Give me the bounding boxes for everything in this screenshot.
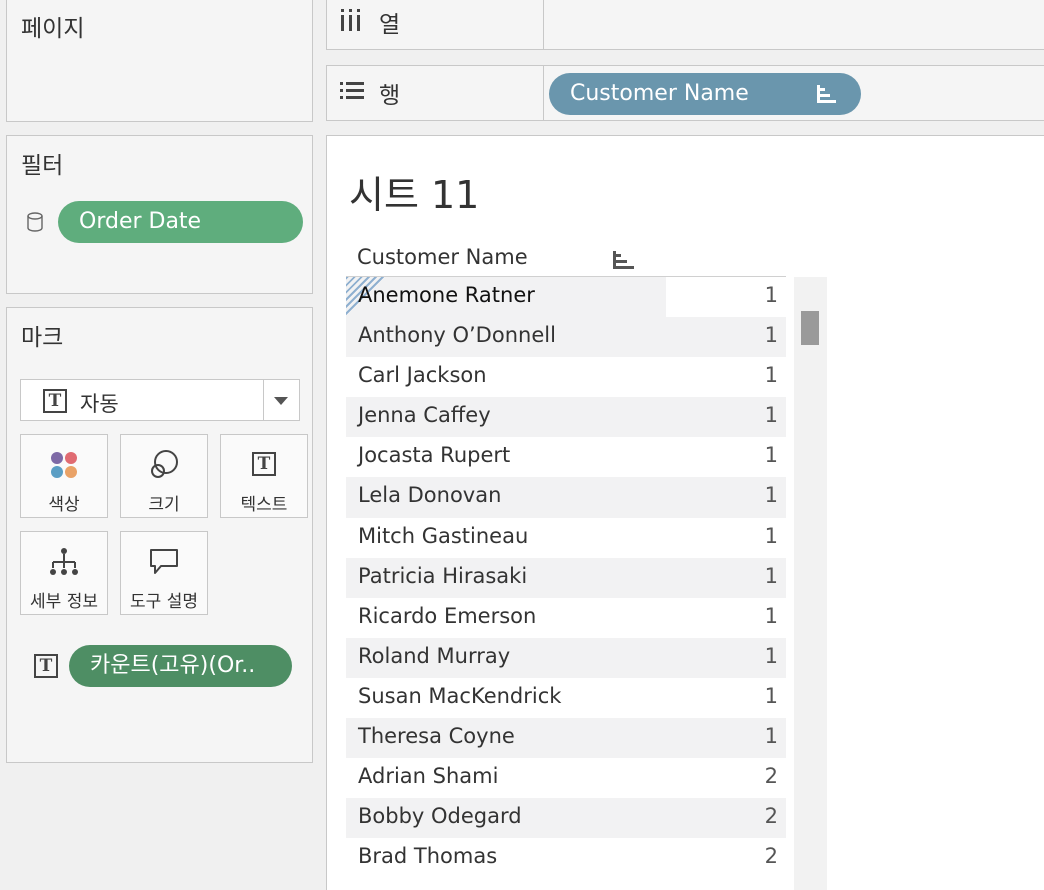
customer-name-cell: Roland Murray bbox=[358, 643, 511, 668]
data-table: Anemone Ratner 1 Anthony O’Donnell 1 Carl Ja… bbox=[346, 277, 786, 878]
text-button[interactable]: T 텍스트 bbox=[220, 434, 308, 518]
color-icon bbox=[51, 452, 77, 478]
customer-name-cell: Susan MacKendrick bbox=[358, 683, 562, 708]
marks-panel: 마크 T 자동 색상 크기 T 텍스트 세부 정보 도구 설명 T 카운트(고유… bbox=[6, 307, 313, 763]
chevron-down-icon[interactable] bbox=[274, 397, 288, 405]
size-icon bbox=[151, 450, 178, 478]
customer-name-cell: Theresa Coyne bbox=[358, 724, 515, 749]
mark-card-count-distinct[interactable]: 카운트(고유)(Or.. bbox=[69, 645, 292, 687]
marks-title: 마크 bbox=[21, 325, 64, 351]
filters-panel: 필터 Order Date bbox=[6, 135, 313, 294]
shelf-divider bbox=[543, 66, 544, 120]
table-row[interactable]: Susan MacKendrick 1 bbox=[346, 678, 786, 718]
scrollbar-thumb[interactable] bbox=[801, 311, 819, 345]
customer-name-cell: Jenna Caffey bbox=[358, 403, 491, 428]
customer-name-cell: Anemone Ratner bbox=[358, 283, 535, 307]
sheet-title: 시트 11 bbox=[349, 173, 480, 217]
columns-shelf[interactable]: 열 bbox=[326, 0, 1044, 50]
shelf-divider bbox=[543, 0, 544, 49]
table-row[interactable]: Adrian Shami 2 bbox=[346, 758, 786, 798]
text-icon: T bbox=[43, 389, 67, 413]
count-value-cell: 1 bbox=[764, 563, 778, 588]
customer-name-cell: Ricardo Emerson bbox=[358, 603, 537, 628]
count-value-cell: 2 bbox=[764, 764, 778, 789]
table-row[interactable]: Mitch Gastineau 1 bbox=[346, 518, 786, 558]
tooltip-button[interactable]: 도구 설명 bbox=[120, 531, 208, 615]
customer-name-cell: Anthony O’Donnell bbox=[358, 323, 556, 348]
color-button[interactable]: 색상 bbox=[20, 434, 108, 518]
detail-icon bbox=[50, 548, 78, 575]
customer-name-cell: Bobby Odegard bbox=[358, 804, 522, 829]
detail-label: 세부 정보 bbox=[30, 592, 98, 612]
table-row[interactable]: Theresa Coyne 1 bbox=[346, 718, 786, 759]
text-label: 텍스트 bbox=[240, 495, 288, 515]
customer-name-cell: Patricia Hirasaki bbox=[358, 563, 528, 588]
table-row[interactable]: Jocasta Rupert 1 bbox=[346, 437, 786, 477]
mark-type-select[interactable]: T 자동 bbox=[20, 379, 300, 421]
count-value-cell: 1 bbox=[764, 683, 778, 708]
tooltip-icon bbox=[150, 549, 178, 574]
column-header-customer-name[interactable]: Customer Name bbox=[357, 245, 528, 269]
filters-title: 필터 bbox=[21, 153, 64, 179]
select-divider bbox=[263, 380, 264, 420]
count-value-cell: 1 bbox=[764, 443, 778, 468]
count-value-cell: 1 bbox=[764, 363, 778, 388]
database-icon bbox=[27, 212, 43, 232]
count-value-cell: 1 bbox=[764, 283, 778, 307]
table-row[interactable]: Patricia Hirasaki 1 bbox=[346, 557, 786, 598]
sort-icon[interactable] bbox=[613, 251, 635, 271]
columns-icon bbox=[341, 9, 360, 31]
table-row[interactable]: Lela Donovan 1 bbox=[346, 477, 786, 518]
table-row[interactable]: Jenna Caffey 1 bbox=[346, 397, 786, 438]
count-value-cell: 1 bbox=[764, 643, 778, 668]
count-value-cell: 2 bbox=[764, 844, 778, 869]
text-icon: T bbox=[34, 654, 58, 678]
count-value-cell: 2 bbox=[764, 804, 778, 829]
size-button[interactable]: 크기 bbox=[120, 434, 208, 518]
table-row[interactable]: Bobby Odegard 2 bbox=[346, 798, 786, 839]
rows-shelf[interactable]: 행 Customer Name bbox=[326, 65, 1044, 121]
customer-name-cell: Jocasta Rupert bbox=[358, 443, 511, 468]
detail-button[interactable]: 세부 정보 bbox=[20, 531, 108, 615]
size-label: 크기 bbox=[148, 495, 180, 515]
tooltip-label: 도구 설명 bbox=[130, 592, 198, 612]
customer-name-cell: Brad Thomas bbox=[358, 844, 498, 869]
table-row[interactable]: Carl Jackson 1 bbox=[346, 357, 786, 397]
table-row[interactable]: Ricardo Emerson 1 bbox=[346, 598, 786, 638]
customer-name-cell: Carl Jackson bbox=[358, 363, 487, 388]
table-row[interactable]: Roland Murray 1 bbox=[346, 637, 786, 678]
count-value-cell: 1 bbox=[764, 523, 778, 548]
count-value-cell: 1 bbox=[764, 403, 778, 428]
filter-pill-order-date[interactable]: Order Date bbox=[58, 201, 303, 243]
table-row[interactable]: Anthony O’Donnell 1 bbox=[346, 317, 786, 358]
sort-icon[interactable] bbox=[817, 84, 837, 104]
customer-name-cell: Adrian Shami bbox=[358, 764, 499, 789]
table-row[interactable]: Brad Thomas 2 bbox=[346, 838, 786, 878]
count-value-cell: 1 bbox=[764, 724, 778, 749]
rows-label: 행 bbox=[379, 83, 401, 109]
customer-name-cell: Mitch Gastineau bbox=[358, 523, 529, 548]
vertical-scrollbar[interactable] bbox=[794, 277, 827, 890]
customer-name-cell: Lela Donovan bbox=[358, 483, 502, 508]
rows-icon bbox=[340, 82, 364, 99]
table-row[interactable]: Anemone Ratner 1 bbox=[346, 277, 786, 317]
count-value-cell: 1 bbox=[764, 603, 778, 628]
pages-panel: 페이지 bbox=[6, 0, 313, 122]
count-value-cell: 1 bbox=[764, 323, 778, 348]
color-label: 색상 bbox=[48, 495, 80, 515]
rows-pill-label: Customer Name bbox=[570, 81, 749, 106]
columns-label: 열 bbox=[379, 12, 401, 38]
rows-pill-customer-name[interactable]: Customer Name bbox=[549, 73, 861, 115]
text-icon: T bbox=[252, 452, 276, 481]
pages-title: 페이지 bbox=[21, 16, 85, 42]
mark-type-value: 자동 bbox=[80, 392, 119, 416]
worksheet-view: 시트 11 Customer Name Anemone Ratner 1 Antho… bbox=[326, 135, 1044, 890]
count-value-cell: 1 bbox=[764, 483, 778, 508]
